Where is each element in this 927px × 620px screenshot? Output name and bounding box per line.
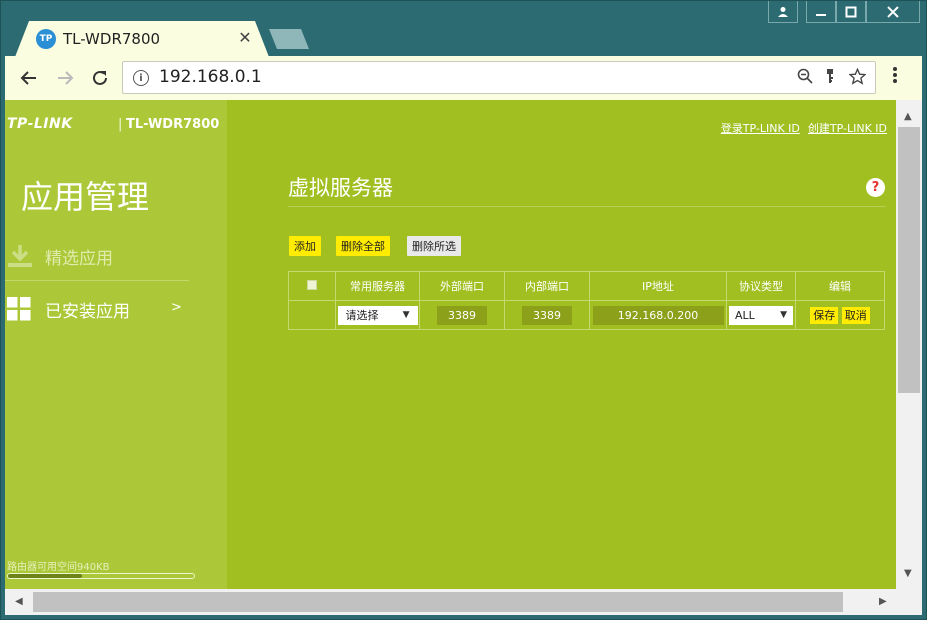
- grid-icon: [7, 297, 31, 325]
- account-links: 登录TP-LINK ID 创建TP-LINK ID: [721, 120, 887, 136]
- menu-icon[interactable]: [892, 66, 898, 89]
- close-window-icon[interactable]: [866, 1, 920, 23]
- table-header-row: 常用服务器 外部端口 内部端口 IP地址 协议类型 编辑: [288, 271, 885, 301]
- section-title: 应用管理: [21, 178, 150, 216]
- url-text[interactable]: 192.168.0.1: [159, 67, 262, 87]
- browser-toolbar: i 192.168.0.1: [5, 56, 922, 100]
- back-arrow-icon[interactable]: [17, 66, 41, 90]
- router-model: TL-WDR7800: [126, 117, 220, 132]
- browser-tab[interactable]: TP TL-WDR7800 ✕: [15, 21, 269, 57]
- tab-close-icon[interactable]: ✕: [236, 28, 254, 47]
- delete-all-button[interactable]: 删除全部: [336, 236, 390, 256]
- column-header: 外部端口: [419, 271, 505, 301]
- address-bar[interactable]: i 192.168.0.1: [122, 61, 876, 94]
- virtual-server-table: 常用服务器 外部端口 内部端口 IP地址 协议类型 编辑 请选择 ▼ 3389 …: [288, 271, 885, 330]
- tplink-favicon-icon: TP: [36, 29, 56, 49]
- vertical-scrollbar[interactable]: ▲ ▼: [896, 100, 922, 589]
- sidebar-item-installed-apps[interactable]: 已安装应用 >: [5, 283, 189, 335]
- sidebar-item-label: 精选应用: [45, 249, 113, 269]
- horizontal-scrollbar[interactable]: ◀ ▶: [5, 589, 922, 615]
- delete-selected-button[interactable]: 删除所选: [407, 236, 461, 256]
- profile-icon[interactable]: [768, 1, 798, 23]
- ip-address-input[interactable]: 192.168.0.200: [592, 305, 724, 325]
- zoom-icon[interactable]: [795, 68, 815, 88]
- caret-down-icon: ▼: [780, 310, 787, 320]
- brand-logo: TP-LINK: [7, 116, 73, 132]
- scroll-left-icon[interactable]: ◀: [15, 596, 23, 607]
- table-row: 请选择 ▼ 3389 3389 192.168.0.200 ALL ▼ 保存 取…: [288, 300, 885, 330]
- maximize-icon[interactable]: [836, 1, 866, 23]
- brand-separator: |: [118, 117, 123, 132]
- external-port-input[interactable]: 3389: [437, 305, 487, 325]
- storage-progress-bar: [7, 573, 195, 579]
- select-all-cell: [288, 271, 336, 301]
- browser-window: TP TL-WDR7800 ✕ i 192.168.0.1 TP-LINK | …: [0, 0, 927, 620]
- internal-port-input[interactable]: 3389: [522, 305, 572, 325]
- sidebar: TP-LINK | TL-WDR7800 应用管理 精选应用 已安装应用 > 路…: [5, 100, 227, 589]
- window-controls: [768, 1, 920, 23]
- caret-down-icon: ▼: [402, 310, 410, 320]
- storage-label: 路由器可用空间940KB: [7, 562, 110, 573]
- sidebar-item-label: 已安装应用: [45, 302, 130, 322]
- save-button[interactable]: 保存: [810, 306, 839, 324]
- help-icon[interactable]: ?: [866, 178, 885, 197]
- tab-title: TL-WDR7800: [63, 30, 161, 48]
- sidebar-divider: [5, 280, 189, 281]
- forward-arrow-icon[interactable]: [53, 66, 77, 90]
- key-icon[interactable]: [820, 68, 840, 88]
- protocol-select[interactable]: ALL ▼: [729, 305, 793, 325]
- column-header: 内部端口: [504, 271, 590, 301]
- column-header: 常用服务器: [335, 271, 420, 301]
- column-header: IP地址: [589, 271, 727, 301]
- protocol-select-value: ALL: [735, 308, 755, 322]
- login-tplink-id-link[interactable]: 登录TP-LINK ID: [721, 120, 800, 136]
- tab-bar: TP TL-WDR7800 ✕: [1, 1, 927, 57]
- new-tab-button[interactable]: [269, 29, 309, 49]
- horizontal-scroll-thumb[interactable]: [33, 592, 843, 612]
- info-icon[interactable]: i: [133, 70, 149, 86]
- scroll-down-icon[interactable]: ▼: [904, 568, 912, 579]
- server-select[interactable]: 请选择 ▼: [337, 305, 418, 325]
- page-title: 虚拟服务器: [288, 176, 393, 200]
- title-divider: [288, 206, 886, 207]
- cancel-button[interactable]: 取消: [841, 306, 870, 324]
- column-header: 协议类型: [726, 271, 796, 301]
- minimize-icon[interactable]: [806, 1, 836, 23]
- server-select-value: 请选择: [345, 309, 379, 322]
- reload-icon[interactable]: [88, 66, 112, 90]
- create-tplink-id-link[interactable]: 创建TP-LINK ID: [808, 120, 887, 136]
- download-icon: [7, 244, 33, 272]
- storage-progress-fill: [8, 574, 83, 578]
- chevron-right-icon: >: [171, 300, 182, 315]
- add-button[interactable]: 添加: [289, 236, 321, 256]
- vertical-scroll-thumb[interactable]: [898, 127, 920, 393]
- star-icon[interactable]: [847, 67, 867, 89]
- router-admin-page: TP-LINK | TL-WDR7800 应用管理 精选应用 已安装应用 > 路…: [5, 100, 896, 589]
- scroll-right-icon[interactable]: ▶: [879, 596, 887, 607]
- scroll-up-icon[interactable]: ▲: [904, 111, 912, 122]
- select-all-checkbox[interactable]: [307, 279, 317, 290]
- column-header: 编辑: [795, 271, 885, 301]
- sidebar-item-featured-apps[interactable]: 精选应用: [5, 230, 189, 282]
